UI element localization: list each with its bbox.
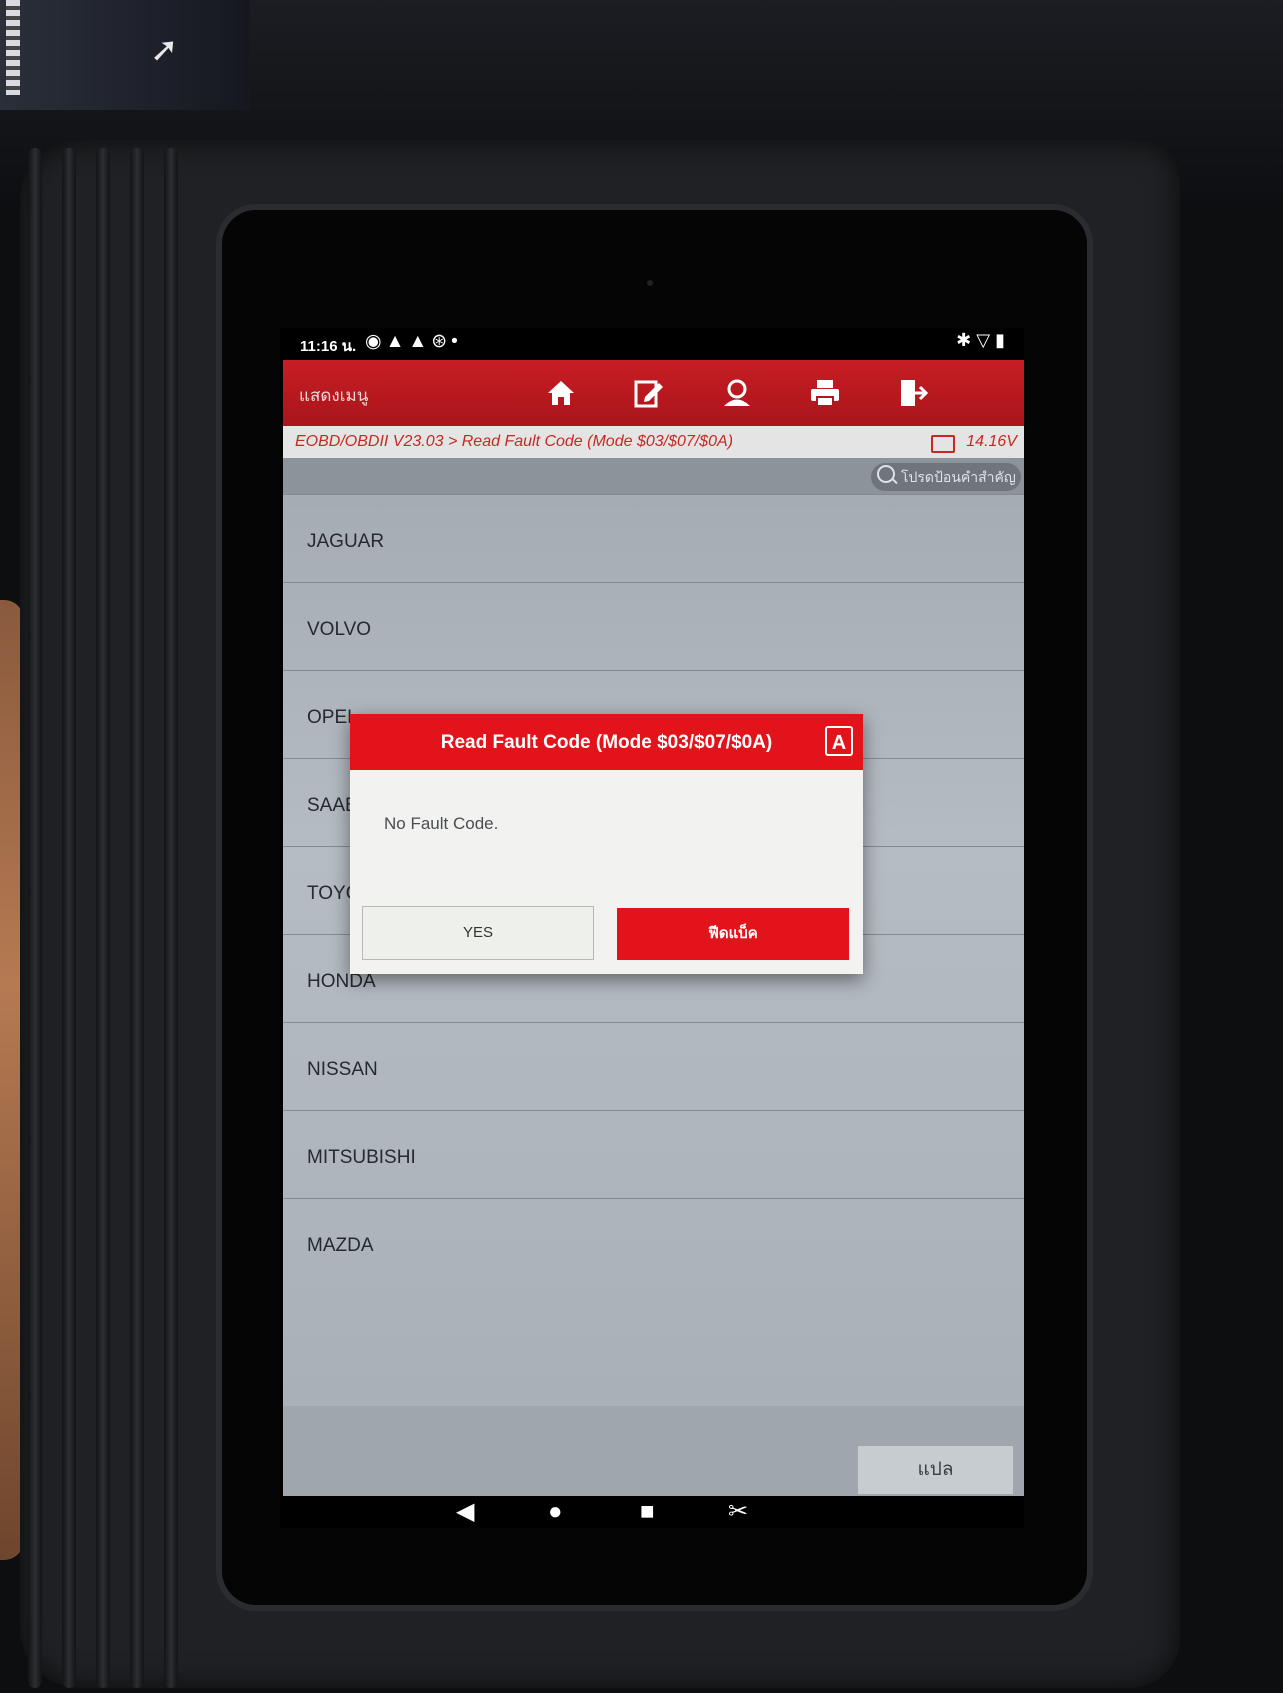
feedback-button[interactable]: ฟีดแบ็ค bbox=[617, 908, 849, 960]
system-status-icons: ✱▽▮ bbox=[956, 330, 1010, 350]
battery-voltage: 14.16V bbox=[966, 433, 1017, 450]
list-item[interactable]: VOLVO bbox=[283, 582, 1024, 670]
nav-back-icon[interactable]: ◀ bbox=[456, 1498, 474, 1526]
home-icon[interactable] bbox=[535, 372, 587, 414]
search-placeholder: โปรดป้อนคำสำคัญ bbox=[901, 469, 1016, 485]
nav-recents-icon[interactable]: ■ bbox=[640, 1498, 655, 1526]
list-item-label: NISSAN bbox=[307, 1059, 378, 1080]
list-item[interactable]: JAGUAR bbox=[283, 494, 1024, 582]
status-bar: 11:16 น. ◉▲▲⊛• ✱▽▮ bbox=[280, 328, 1024, 358]
list-item-label: MITSUBISHI bbox=[307, 1147, 416, 1168]
dialog-header: Read Fault Code (Mode $03/$07/$0A) A bbox=[350, 714, 863, 770]
list-item[interactable]: MAZDA bbox=[283, 1198, 1024, 1286]
screenshot-icon[interactable]: ✂ bbox=[728, 1498, 748, 1526]
list-item-label: VOLVO bbox=[307, 619, 372, 640]
battery-icon bbox=[931, 435, 955, 453]
list-item-label: HONDA bbox=[307, 971, 376, 992]
exit-icon[interactable] bbox=[887, 372, 939, 414]
breadcrumb-bar: EOBD/OBDII V23.03 > Read Fault Code (Mod… bbox=[283, 426, 1024, 458]
fault-code-dialog: Read Fault Code (Mode $03/$07/$0A) A No … bbox=[350, 714, 863, 974]
breadcrumb: EOBD/OBDII V23.03 > Read Fault Code (Mod… bbox=[295, 433, 734, 450]
print-icon[interactable] bbox=[799, 372, 851, 414]
bottom-bar: แปล bbox=[283, 1406, 1024, 1496]
device-grip bbox=[28, 148, 188, 1688]
dashboard-vent bbox=[6, 0, 20, 95]
list-item-label: MAZDA bbox=[307, 1235, 374, 1256]
app-toolbar: แสดงเมนู bbox=[283, 360, 1024, 426]
tablet-screen: 11:16 น. ◉▲▲⊛• ✱▽▮ แสดงเมนู EOBD/OBDII V… bbox=[280, 328, 1024, 1528]
list-item[interactable]: NISSAN bbox=[283, 1022, 1024, 1110]
search-input[interactable]: โปรดป้อนคำสำคัญ bbox=[871, 463, 1021, 491]
font-size-icon[interactable]: A bbox=[825, 726, 853, 756]
list-item[interactable]: MITSUBISHI bbox=[283, 1110, 1024, 1198]
dashboard-arrow-icon: ➚ bbox=[150, 30, 179, 70]
list-item-label: JAGUAR bbox=[307, 531, 385, 552]
user-icon[interactable] bbox=[711, 372, 763, 414]
nav-home-icon[interactable]: ● bbox=[548, 1498, 563, 1526]
notification-icons: ◉▲▲⊛• bbox=[365, 331, 462, 352]
search-icon bbox=[877, 465, 895, 483]
search-bar: โปรดป้อนคำสำคัญ bbox=[283, 458, 1024, 494]
show-menu-button[interactable]: แสดงเมนู bbox=[299, 382, 368, 409]
edit-report-icon[interactable] bbox=[623, 372, 675, 414]
dialog-title: Read Fault Code (Mode $03/$07/$0A) bbox=[440, 732, 773, 753]
translate-button[interactable]: แปล bbox=[858, 1446, 1013, 1494]
dashboard-display bbox=[0, 0, 250, 110]
yes-button[interactable]: YES bbox=[362, 906, 594, 960]
dialog-message: No Fault Code. bbox=[384, 814, 499, 833]
android-nav-bar: ◀ ● ■ ✂ bbox=[280, 1496, 1024, 1528]
status-time: 11:16 น. bbox=[300, 338, 357, 355]
front-camera bbox=[647, 280, 653, 286]
